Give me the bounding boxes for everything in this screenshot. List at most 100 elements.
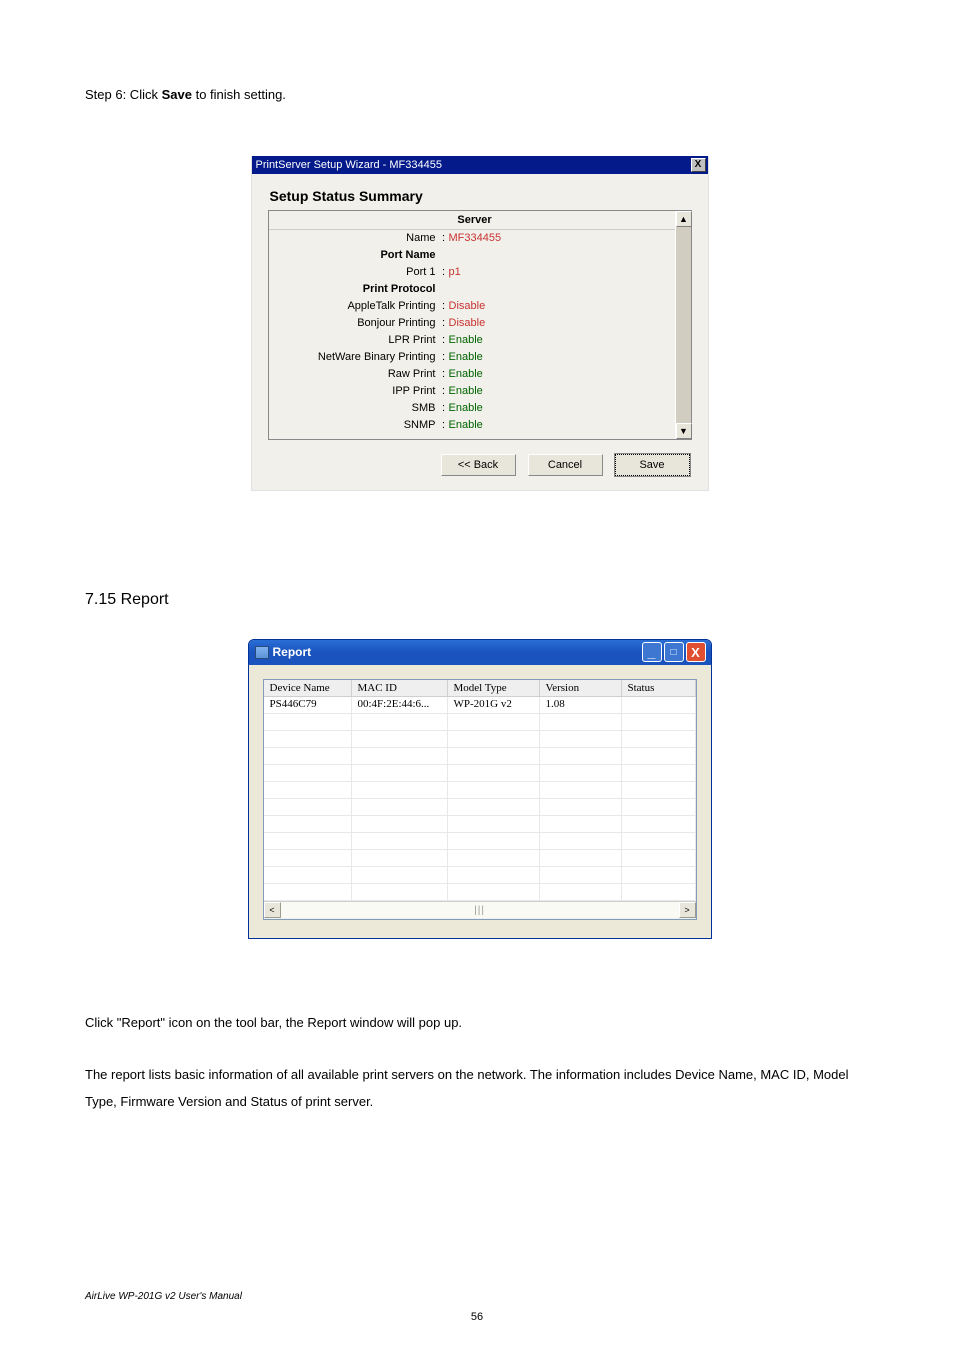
label-raw: Raw Print [269, 366, 439, 383]
table-row [264, 782, 696, 799]
table-row [264, 867, 696, 884]
step-6-suffix: to finish setting. [192, 87, 286, 102]
row-appletalk: AppleTalk Printing:Disable [269, 298, 681, 315]
scroll-right-button[interactable]: > [679, 902, 696, 918]
wizard-titlebar: PrintServer Setup Wizard - MF334455 X [252, 156, 708, 174]
wizard-button-row: << Back Cancel Save [268, 454, 692, 476]
cell-device-name: PS446C79 [264, 697, 352, 714]
save-button[interactable]: Save [615, 454, 690, 476]
cell-model-type: WP-201G v2 [448, 697, 540, 714]
row-snmp: SNMP:Enable [269, 417, 681, 434]
report-table: Device Name MAC ID Model Type Version St… [263, 679, 697, 920]
row-raw: Raw Print:Enable [269, 366, 681, 383]
table-row [264, 731, 696, 748]
cell-mac-id: 00:4F:2E:44:6... [352, 697, 448, 714]
colon: : [439, 230, 449, 247]
report-title: Report [273, 645, 312, 659]
minimize-icon: _ [648, 644, 656, 660]
minimize-button[interactable]: _ [642, 642, 662, 662]
value-snmp: Enable [449, 417, 681, 434]
value-netware: Enable [449, 349, 681, 366]
row-port1: Port 1:p1 [269, 264, 681, 281]
maximize-button[interactable]: □ [664, 642, 684, 662]
value-name: MF334455 [449, 230, 681, 247]
scroll-up-button[interactable]: ▲ [676, 211, 692, 227]
label-appletalk: AppleTalk Printing [269, 298, 439, 315]
cancel-button[interactable]: Cancel [528, 454, 603, 476]
value-lpr: Enable [449, 332, 681, 349]
back-button[interactable]: << Back [441, 454, 516, 476]
table-row [264, 748, 696, 765]
section-heading: 7.15 Report [85, 591, 874, 609]
summary-rows: Name:MF334455 Port Name Port 1:p1 Print … [269, 230, 681, 434]
report-app-icon [255, 646, 269, 659]
header-device-name[interactable]: Device Name [264, 680, 352, 697]
scrollbar-thumb-icon: ||| [472, 902, 488, 918]
chevron-up-icon: ▲ [679, 214, 688, 224]
colon: : [439, 264, 449, 281]
page-number: 56 [0, 1311, 954, 1323]
wizard-window: PrintServer Setup Wizard - MF334455 X Se… [251, 156, 709, 491]
scrollbar-track[interactable]: ||| [281, 902, 679, 918]
wizard-heading: Setup Status Summary [268, 188, 692, 204]
report-h-scrollbar[interactable]: < ||| > [264, 901, 696, 919]
step-6-text: Step 6: Click Save to finish setting. [85, 85, 874, 106]
scroll-down-button[interactable]: ▼ [676, 423, 692, 439]
header-portname: Port Name [269, 247, 439, 264]
paragraph-1: Click "Report" icon on the tool bar, the… [85, 1009, 874, 1036]
colon: : [439, 332, 449, 349]
label-bonjour: Bonjour Printing [269, 315, 439, 332]
table-row [264, 884, 696, 901]
header-version[interactable]: Version [540, 680, 622, 697]
row-smb: SMB:Enable [269, 400, 681, 417]
label-snmp: SNMP [269, 417, 439, 434]
wizard-summary-panel: Server Name:MF334455 Port Name Port 1:p1… [268, 210, 692, 440]
report-table-header: Device Name MAC ID Model Type Version St… [264, 680, 696, 697]
table-row [264, 850, 696, 867]
header-model-type[interactable]: Model Type [448, 680, 540, 697]
chevron-right-icon: > [684, 905, 689, 915]
table-row [264, 799, 696, 816]
table-row [264, 765, 696, 782]
row-ipp: IPP Print:Enable [269, 383, 681, 400]
report-window: Report _ □ X Device Name MAC ID Model Ty… [248, 639, 712, 939]
row-protocol-header: Print Protocol [269, 281, 681, 298]
scroll-left-button[interactable]: < [264, 902, 281, 918]
wizard-title: PrintServer Setup Wizard - MF334455 [256, 159, 442, 171]
cell-status [622, 697, 696, 714]
paragraph-2: The report lists basic information of al… [85, 1061, 874, 1116]
footer-note: AirLive WP-201G v2 User's Manual [85, 1291, 242, 1302]
step-6-prefix: Step 6: Click [85, 87, 162, 102]
colon: : [439, 417, 449, 434]
wizard-close-button[interactable]: X [691, 158, 706, 172]
wizard-scrollbar[interactable]: ▲ ▼ [675, 211, 691, 439]
value-smb: Enable [449, 400, 681, 417]
value-raw: Enable [449, 366, 681, 383]
table-row [264, 714, 696, 731]
header-mac-id[interactable]: MAC ID [352, 680, 448, 697]
label-name: Name [269, 230, 439, 247]
report-body: Device Name MAC ID Model Type Version St… [249, 665, 711, 938]
colon: : [439, 315, 449, 332]
wizard-body: Setup Status Summary Server Name:MF33445… [252, 174, 708, 490]
table-row [264, 816, 696, 833]
row-lpr: LPR Print:Enable [269, 332, 681, 349]
close-icon: X [691, 645, 700, 660]
label-netware: NetWare Binary Printing [269, 349, 439, 366]
row-portname-header: Port Name [269, 247, 681, 264]
report-close-button[interactable]: X [686, 642, 706, 662]
maximize-icon: □ [670, 647, 676, 658]
close-icon: X [695, 159, 702, 170]
table-row [264, 833, 696, 850]
label-port1: Port 1 [269, 264, 439, 281]
cell-version: 1.08 [540, 697, 622, 714]
label-ipp: IPP Print [269, 383, 439, 400]
chevron-left-icon: < [269, 905, 274, 915]
header-status[interactable]: Status [622, 680, 696, 697]
value-ipp: Enable [449, 383, 681, 400]
colon: : [439, 400, 449, 417]
server-header: Server [269, 211, 681, 230]
header-protocol: Print Protocol [269, 281, 439, 298]
colon: : [439, 298, 449, 315]
table-row[interactable]: PS446C79 00:4F:2E:44:6... WP-201G v2 1.0… [264, 697, 696, 714]
